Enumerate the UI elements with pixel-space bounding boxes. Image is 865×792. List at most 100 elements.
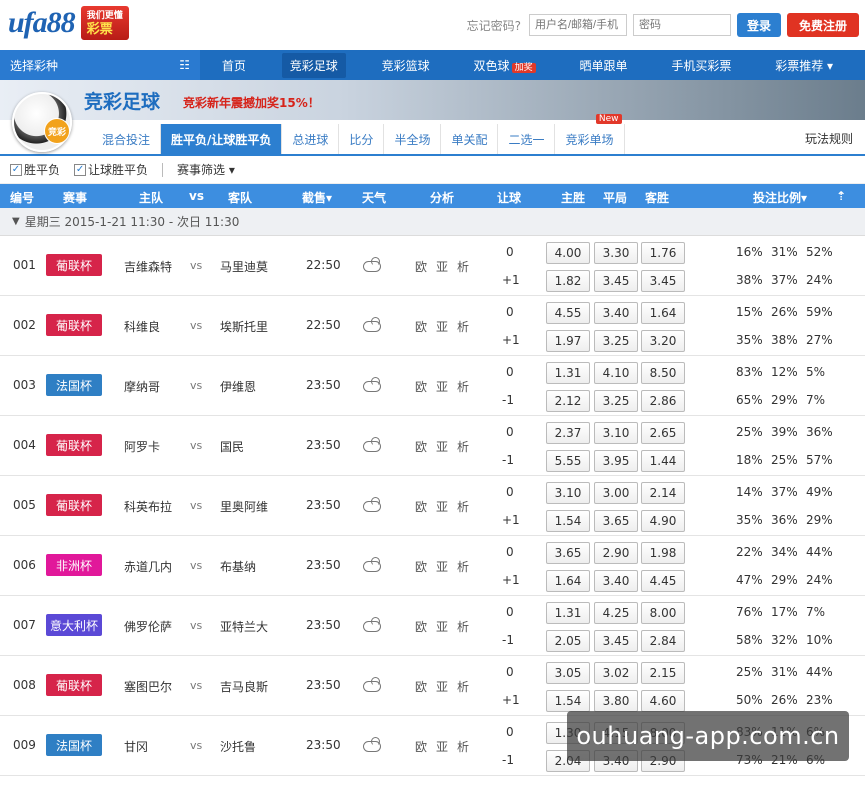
away-team[interactable]: 布基纳 bbox=[220, 558, 256, 575]
odds-button[interactable]: 2.12 bbox=[546, 390, 590, 412]
home-team[interactable]: 塞图巴尔 bbox=[124, 678, 172, 695]
league-badge[interactable]: 葡联杯 bbox=[46, 494, 102, 516]
register-button[interactable]: 免费注册 bbox=[786, 13, 859, 37]
league-badge[interactable]: 葡联杯 bbox=[46, 254, 102, 276]
tab[interactable]: 半全场 bbox=[384, 124, 442, 154]
analysis-link[interactable]: 亚 bbox=[436, 678, 448, 695]
analysis-link[interactable]: 欧 bbox=[415, 318, 427, 335]
odds-button[interactable]: 1.97 bbox=[546, 330, 590, 352]
col-deadline[interactable]: 截售▾ bbox=[302, 189, 332, 206]
analysis-link[interactable]: 欧 bbox=[415, 438, 427, 455]
home-team[interactable]: 佛罗伦萨 bbox=[124, 618, 172, 635]
password-input[interactable] bbox=[632, 14, 731, 36]
checkbox-checked-icon[interactable]: ✓ bbox=[74, 163, 87, 176]
nav-item[interactable]: 竞彩足球 bbox=[281, 52, 346, 78]
analysis-link[interactable]: 析 bbox=[457, 558, 469, 575]
home-team[interactable]: 科英布拉 bbox=[124, 498, 172, 515]
odds-button[interactable]: 1.54 bbox=[546, 510, 590, 532]
username-input[interactable] bbox=[528, 14, 627, 36]
odds-button[interactable]: 1.76 bbox=[641, 242, 685, 264]
analysis-link[interactable]: 析 bbox=[457, 318, 469, 335]
league-badge[interactable]: 非洲杯 bbox=[46, 554, 102, 576]
away-team[interactable]: 国民 bbox=[220, 438, 244, 455]
odds-button[interactable]: 1.98 bbox=[641, 542, 685, 564]
odds-button[interactable]: 8.00 bbox=[641, 602, 685, 624]
odds-button[interactable]: 2.84 bbox=[641, 630, 685, 652]
rules-link[interactable]: 玩法规则 bbox=[805, 130, 853, 147]
filter-win-draw-lose[interactable]: ✓ 胜平负 bbox=[10, 161, 60, 178]
odds-button[interactable]: 5.55 bbox=[546, 450, 590, 472]
odds-button[interactable]: 3.45 bbox=[641, 270, 685, 292]
site-logo[interactable]: ufa88 我们更懂 彩票 bbox=[8, 6, 129, 40]
odds-button[interactable]: 3.30 bbox=[594, 242, 638, 264]
away-team[interactable]: 马里迪莫 bbox=[220, 258, 268, 275]
away-team[interactable]: 埃斯托里 bbox=[220, 318, 268, 335]
odds-button[interactable]: 3.45 bbox=[594, 270, 638, 292]
odds-button[interactable]: 3.95 bbox=[594, 450, 638, 472]
odds-button[interactable]: 4.10 bbox=[594, 362, 638, 384]
odds-button[interactable]: 1.64 bbox=[641, 302, 685, 324]
home-team[interactable]: 摩纳哥 bbox=[124, 378, 160, 395]
odds-button[interactable]: 2.14 bbox=[641, 482, 685, 504]
checkbox-checked-icon[interactable]: ✓ bbox=[10, 163, 22, 176]
odds-button[interactable]: 3.65 bbox=[546, 542, 590, 564]
login-button[interactable]: 登录 bbox=[736, 13, 781, 37]
home-team[interactable]: 吉维森特 bbox=[124, 258, 172, 275]
analysis-link[interactable]: 亚 bbox=[436, 258, 448, 275]
odds-button[interactable]: 2.86 bbox=[641, 390, 685, 412]
forgot-password-link[interactable]: 忘记密码? bbox=[467, 17, 521, 34]
tab[interactable]: 比分 bbox=[339, 124, 385, 154]
analysis-link[interactable]: 亚 bbox=[436, 438, 448, 455]
analysis-link[interactable]: 欧 bbox=[415, 618, 427, 635]
col-ratio[interactable]: 投注比例▾ bbox=[753, 189, 807, 206]
analysis-link[interactable]: 亚 bbox=[436, 558, 448, 575]
analysis-link[interactable]: 欧 bbox=[415, 558, 427, 575]
odds-button[interactable]: 4.45 bbox=[641, 570, 685, 592]
tab[interactable]: 混合投注 bbox=[92, 124, 162, 154]
odds-button[interactable]: 3.00 bbox=[594, 482, 638, 504]
odds-button[interactable]: 8.50 bbox=[641, 362, 685, 384]
league-badge[interactable]: 葡联杯 bbox=[46, 434, 102, 456]
analysis-link[interactable]: 亚 bbox=[436, 498, 448, 515]
odds-button[interactable]: 3.65 bbox=[594, 510, 638, 532]
analysis-link[interactable]: 亚 bbox=[436, 318, 448, 335]
league-badge[interactable]: 法国杯 bbox=[46, 734, 102, 756]
odds-button[interactable]: 3.45 bbox=[594, 630, 638, 652]
analysis-link[interactable]: 欧 bbox=[415, 678, 427, 695]
analysis-link[interactable]: 析 bbox=[457, 378, 469, 395]
home-team[interactable]: 赤道几内 bbox=[124, 558, 172, 575]
analysis-link[interactable]: 欧 bbox=[415, 378, 427, 395]
league-badge[interactable]: 葡联杯 bbox=[46, 674, 102, 696]
analysis-link[interactable]: 析 bbox=[457, 258, 469, 275]
league-badge[interactable]: 葡联杯 bbox=[46, 314, 102, 336]
nav-item[interactable]: 首页 bbox=[214, 53, 254, 78]
tab[interactable]: 总进球 bbox=[282, 124, 340, 154]
nav-item[interactable]: 彩票推荐 ▾ bbox=[767, 53, 841, 78]
filter-handicap[interactable]: ✓ 让球胜平负 bbox=[74, 161, 148, 178]
odds-button[interactable]: 3.02 bbox=[594, 662, 638, 684]
odds-button[interactable]: 2.65 bbox=[641, 422, 685, 444]
odds-button[interactable]: 3.25 bbox=[594, 330, 638, 352]
odds-button[interactable]: 2.05 bbox=[546, 630, 590, 652]
nav-item[interactable]: 手机买彩票 bbox=[663, 53, 739, 78]
home-team[interactable]: 科维良 bbox=[124, 318, 160, 335]
odds-button[interactable]: 4.90 bbox=[641, 510, 685, 532]
tab[interactable]: 竞彩单场 New bbox=[555, 114, 625, 154]
odds-button[interactable]: 4.55 bbox=[546, 302, 590, 324]
odds-button[interactable]: 4.00 bbox=[546, 242, 590, 264]
odds-button[interactable]: 3.20 bbox=[641, 330, 685, 352]
match-filter-dropdown[interactable]: 赛事筛选 ▾ bbox=[177, 161, 235, 178]
analysis-link[interactable]: 亚 bbox=[436, 378, 448, 395]
analysis-link[interactable]: 欧 bbox=[415, 258, 427, 275]
away-team[interactable]: 亚特兰大 bbox=[220, 618, 268, 635]
odds-button[interactable]: 1.82 bbox=[546, 270, 590, 292]
analysis-link[interactable]: 析 bbox=[457, 618, 469, 635]
analysis-link[interactable]: 欧 bbox=[415, 498, 427, 515]
odds-button[interactable]: 2.90 bbox=[594, 542, 638, 564]
odds-button[interactable]: 3.40 bbox=[594, 570, 638, 592]
odds-button[interactable]: 2.37 bbox=[546, 422, 590, 444]
home-team[interactable]: 甘冈 bbox=[124, 738, 148, 755]
odds-button[interactable]: 4.60 bbox=[641, 690, 685, 712]
odds-button[interactable]: 1.31 bbox=[546, 602, 590, 624]
nav-item[interactable]: 竞彩篮球 bbox=[374, 53, 438, 78]
